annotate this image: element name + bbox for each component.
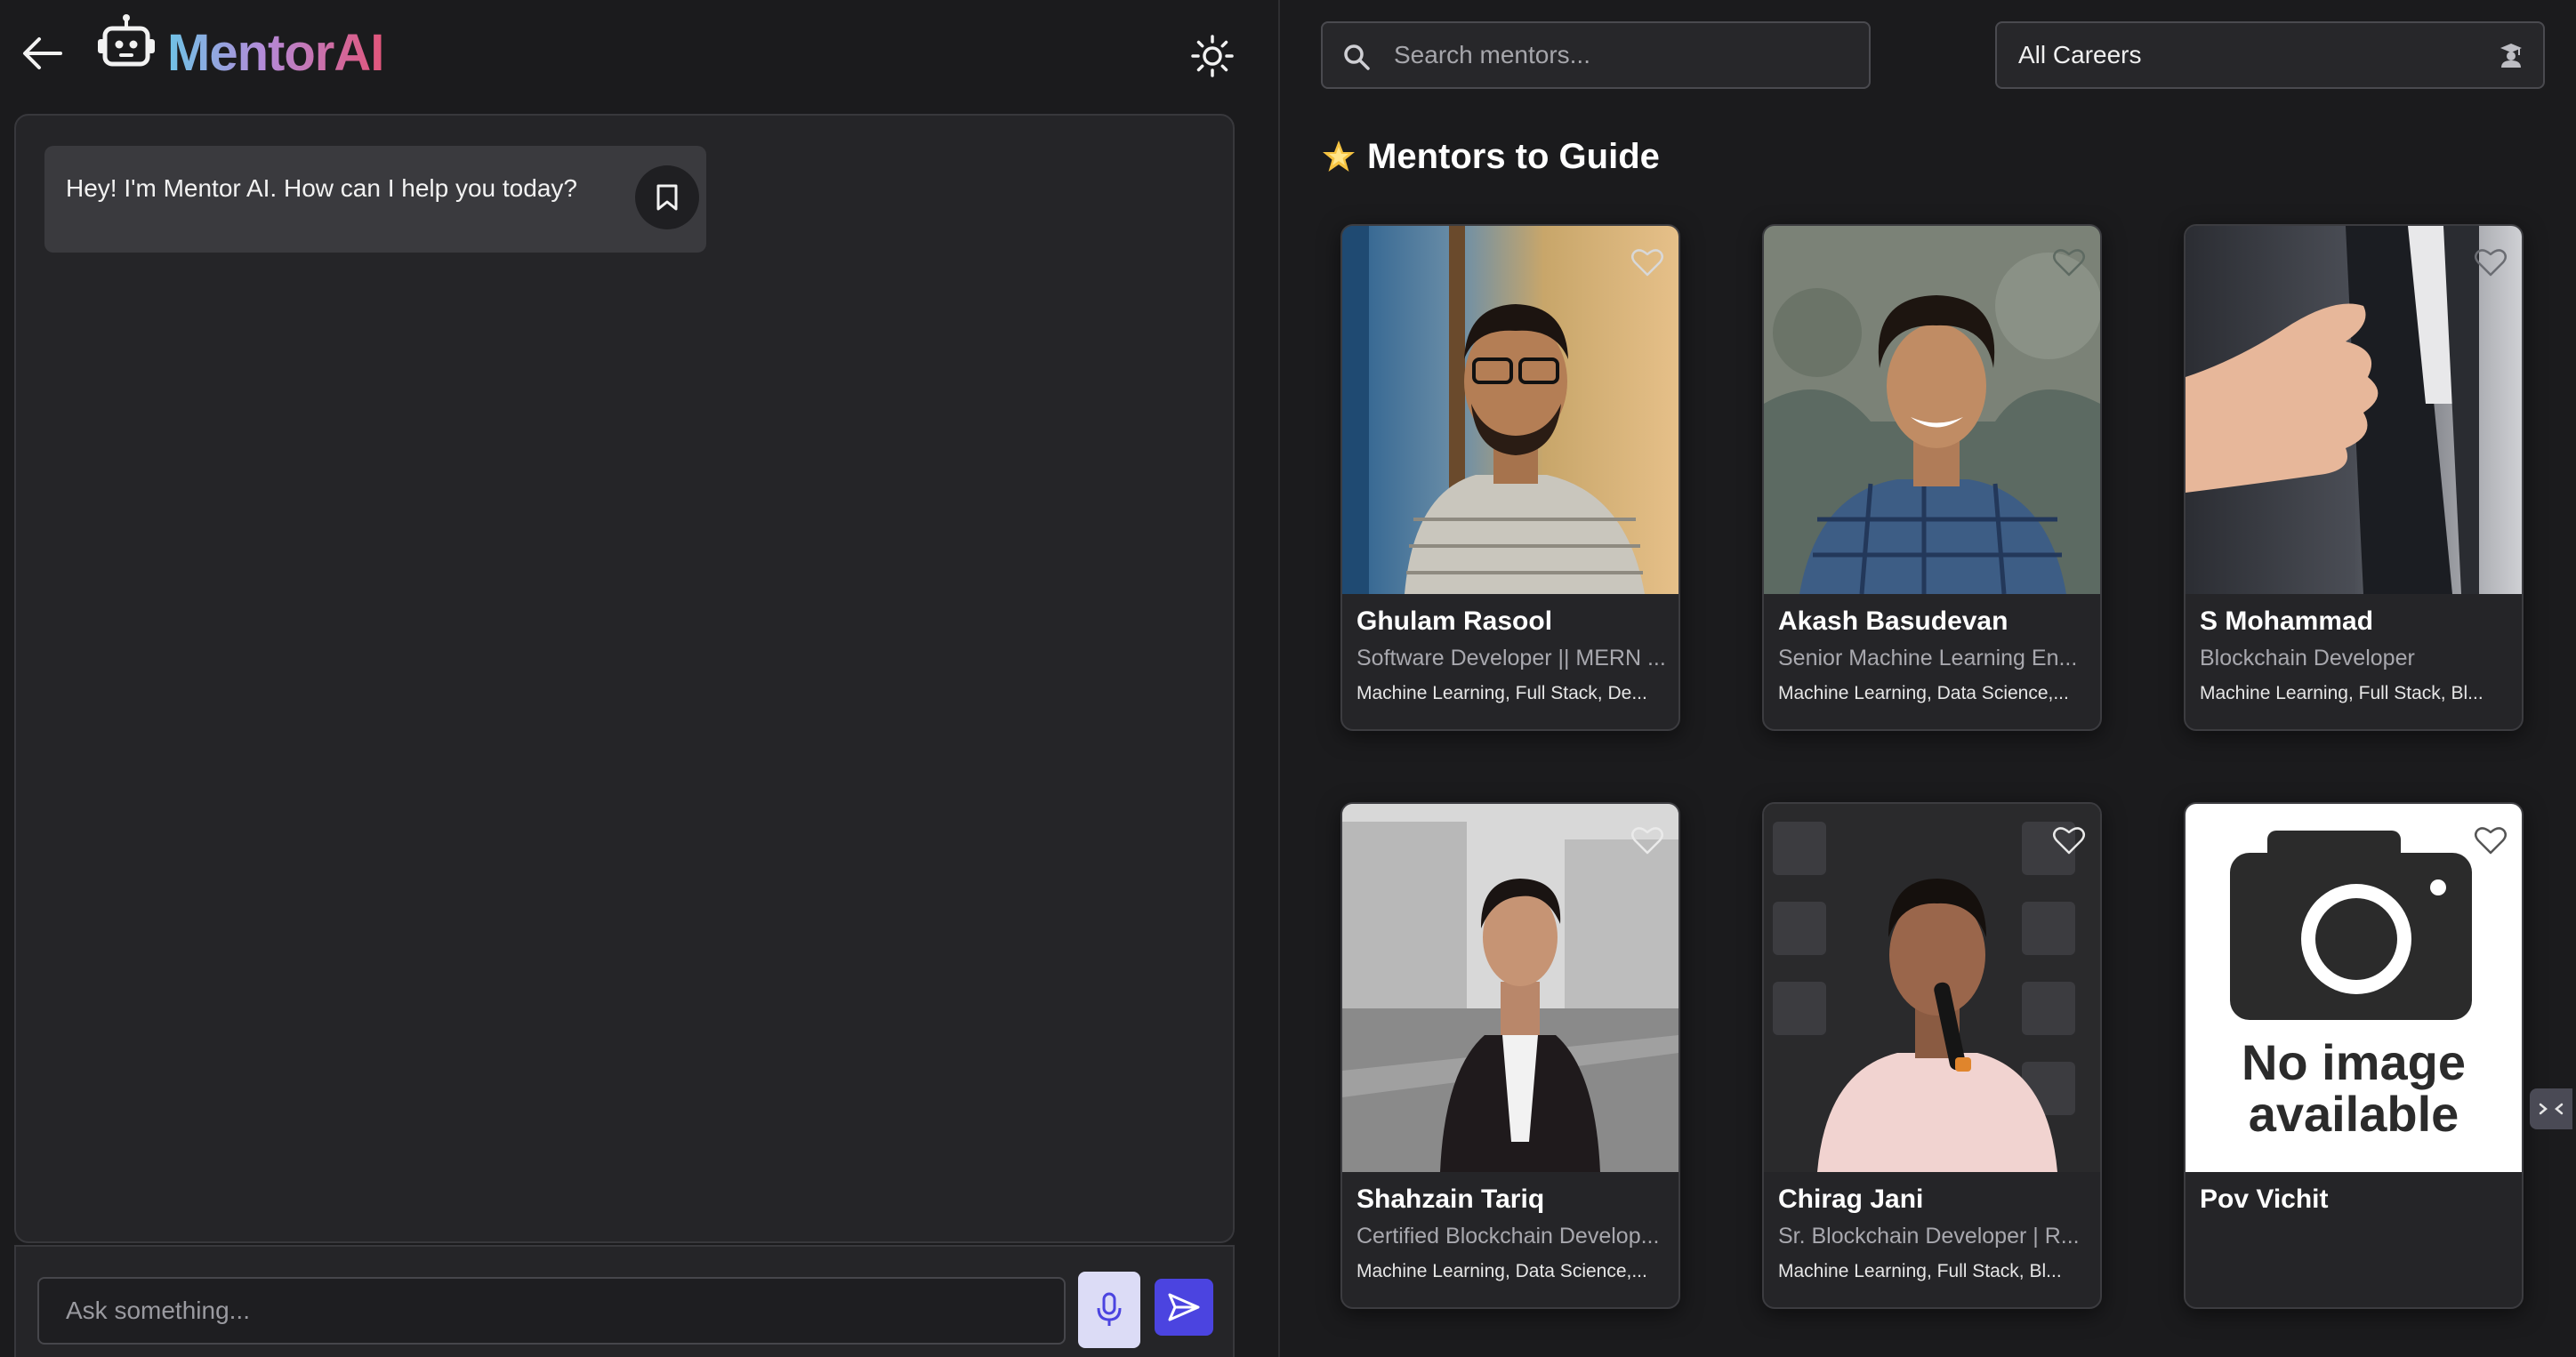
heart-icon[interactable] [1630,247,1664,277]
mentor-tags: Machine Learning, Data Science,... [1778,683,2069,703]
mentor-name: Akash Basudevan [1778,606,2008,636]
speaker-photo [1764,804,2100,1172]
mentor-role: Sr. Blockchain Developer | R... [1778,1224,2080,1249]
mentor-card[interactable]: S Mohammad Blockchain Developer Machine … [2184,224,2524,731]
arrow-left-icon [23,37,62,69]
mentor-card[interactable]: Shahzain Tariq Certified Blockchain Deve… [1340,802,1680,1309]
back-button[interactable] [20,34,64,73]
collapse-icon [2539,1103,2564,1115]
sun-icon [1191,35,1234,77]
mentor-role: Blockchain Developer [2200,646,2415,670]
microphone-button[interactable] [1078,1272,1140,1348]
robot-icon [98,14,155,67]
search-icon [1344,44,1370,70]
career-filter-value: All Careers [2018,41,2142,68]
mentor-card[interactable]: No image available Pov Vichit [2184,802,2524,1309]
mentor-name: Ghulam Rasool [1356,606,1553,636]
mentor-tags: Machine Learning, Full Stack, Bl... [2200,683,2483,703]
microphone-icon [1097,1292,1122,1326]
bot-message-text: Hey! I'm Mentor AI. How can I help you t… [66,174,577,202]
heart-icon[interactable] [2052,825,2086,855]
mentor-tags: Machine Learning, Full Stack, Bl... [1778,1261,2062,1281]
graduate-icon [2500,44,2522,68]
mentor-photo [1764,226,2100,594]
mentor-photo [1342,804,1678,1172]
mentor-name: Pov Vichit [2200,1184,2329,1214]
career-filter-select[interactable]: All Careers [1995,21,2545,89]
heart-icon[interactable] [2474,247,2508,277]
mentor-name: Chirag Jani [1778,1184,1924,1214]
mentor-photo [1342,226,1678,594]
heart-icon[interactable] [1630,825,1664,855]
mentor-tags: Machine Learning, Data Science,... [1356,1261,1647,1281]
side-panel-handle[interactable] [2530,1088,2572,1129]
mentor-role: Certified Blockchain Develop... [1356,1224,1660,1249]
heart-icon[interactable] [2052,247,2086,277]
heart-icon[interactable] [2474,825,2508,855]
chat-pane: MentorAI Hey! I'm Mentor AI. How can I h… [0,0,1279,1357]
bookmark-button[interactable] [635,165,699,229]
section-header: Mentors to Guide [1321,132,1660,181]
chat-input-bar [14,1245,1235,1357]
ask-input[interactable] [37,1277,1066,1345]
mentor-card[interactable]: Chirag Jani Sr. Blockchain Developer | R… [1762,802,2102,1309]
mentor-role: Senior Machine Learning En... [1778,646,2078,670]
no-image-line-2: available [2249,1086,2459,1142]
theme-toggle-button[interactable] [1188,32,1236,80]
chat-messages-panel: Hey! I'm Mentor AI. How can I help you t… [14,114,1235,1243]
send-icon [1168,1293,1200,1321]
mentor-name: Shahzain Tariq [1356,1184,1545,1214]
mentor-name: S Mohammad [2200,606,2374,636]
mentor-card[interactable]: Ghulam Rasool Software Developer || MERN… [1340,224,1680,731]
mentor-role: Software Developer || MERN ... [1356,646,1666,670]
no-image-line-1: No image [2242,1034,2466,1090]
bookmark-icon [656,184,678,211]
mentor-tags: Machine Learning, Full Stack, De... [1356,683,1647,703]
search-input[interactable] [1394,23,1856,87]
send-button[interactable] [1155,1279,1213,1336]
section-title: Mentors to Guide [1367,136,1660,176]
app-logo-text: MentorAI [167,24,384,82]
mentors-pane: All Careers Mentors to Guide [1280,0,2576,1357]
search-box[interactable] [1321,21,1871,89]
handshake-photo [2186,226,2522,594]
mentor-card[interactable]: Akash Basudevan Senior Machine Learning … [1762,224,2102,731]
bot-message: Hey! I'm Mentor AI. How can I help you t… [44,146,706,253]
no-image-placeholder: No image available [2186,804,2522,1172]
star-icon [1323,141,1355,172]
